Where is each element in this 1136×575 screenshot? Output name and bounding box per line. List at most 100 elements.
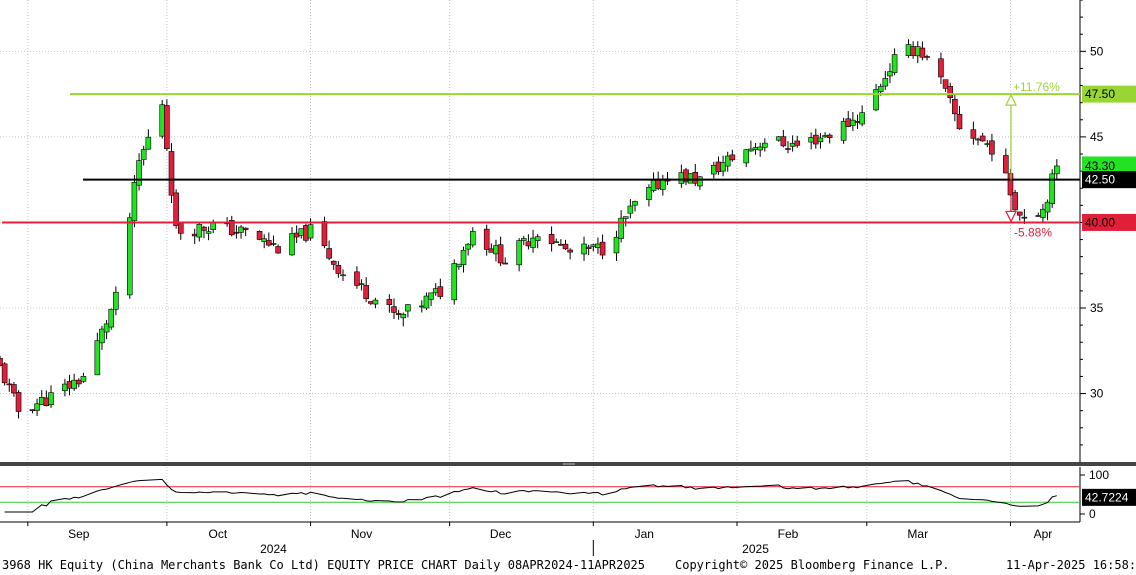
candle-body xyxy=(460,249,467,265)
candle-body xyxy=(910,46,916,56)
candle-body xyxy=(919,47,926,58)
candle-body xyxy=(1,363,8,384)
candle-body xyxy=(590,244,597,247)
candle-body xyxy=(66,381,73,389)
x-month-label: Jan xyxy=(635,527,654,541)
candle-body xyxy=(724,155,731,167)
candle-body xyxy=(75,379,82,385)
x-month-label: Dec xyxy=(490,527,511,541)
candle-body xyxy=(785,148,791,150)
candle-body xyxy=(270,243,277,245)
level-price-label: 40.00 xyxy=(1085,215,1115,229)
candle-body xyxy=(581,243,587,255)
candle-body xyxy=(11,384,17,394)
candle-body xyxy=(780,136,787,147)
candle-body xyxy=(210,222,217,230)
candle-body xyxy=(34,403,40,411)
chart-footer: 3968 HK Equity (China Merchants Bank Co … xyxy=(0,557,1136,575)
candle-body xyxy=(303,225,309,241)
candle-body xyxy=(646,186,652,201)
candle-body xyxy=(984,143,991,145)
level-price-label: 47.50 xyxy=(1085,87,1115,101)
candle-body xyxy=(826,134,833,138)
candle-body xyxy=(882,78,889,87)
candle-body xyxy=(553,241,560,244)
candle-body xyxy=(914,46,921,57)
candle-body xyxy=(432,288,439,294)
candle-body xyxy=(145,136,152,150)
candle-body xyxy=(1049,173,1055,204)
candle-body xyxy=(465,243,471,250)
candle-body xyxy=(354,271,360,286)
x-month-label: Feb xyxy=(778,527,799,541)
candle-body xyxy=(126,217,133,296)
candle-body xyxy=(326,248,332,259)
candle-body xyxy=(891,54,898,73)
candle-body xyxy=(266,240,272,246)
candle-body xyxy=(94,340,101,376)
candle-body xyxy=(307,224,314,239)
candle-body xyxy=(363,285,369,300)
candle-body xyxy=(548,234,555,245)
candle-body xyxy=(938,58,944,78)
candle-body xyxy=(627,205,634,214)
candle-body xyxy=(451,263,458,301)
candle-body xyxy=(812,134,819,145)
candle-body xyxy=(678,172,685,184)
candle-body xyxy=(1021,216,1028,219)
candle-body xyxy=(386,299,393,306)
down-arrowhead xyxy=(1005,210,1017,223)
candle-body xyxy=(952,98,958,115)
candle-body xyxy=(970,129,977,139)
candle-body xyxy=(729,154,736,161)
candle-body xyxy=(956,114,963,130)
candle-body xyxy=(99,328,105,344)
candle-body xyxy=(340,274,346,277)
candle-body xyxy=(1016,211,1023,216)
candle-body xyxy=(242,227,249,230)
candle-body xyxy=(289,233,295,256)
candle-body xyxy=(567,249,573,253)
annotation-up-pct: +11.76% xyxy=(1013,80,1060,94)
candle-body xyxy=(456,263,462,268)
candle-body xyxy=(525,241,532,247)
candle-body xyxy=(113,291,119,310)
candle-body xyxy=(483,228,490,250)
candle-body xyxy=(80,376,87,382)
candle-body xyxy=(493,245,499,255)
candle-body xyxy=(808,137,814,143)
candle-body xyxy=(840,121,847,141)
candle-body xyxy=(62,383,68,391)
candle-body xyxy=(423,295,430,309)
candle-body xyxy=(613,236,620,254)
candle-body xyxy=(516,240,522,266)
candle-body xyxy=(205,231,212,234)
candle-body xyxy=(789,143,796,147)
candle-body xyxy=(854,120,861,123)
candle-body xyxy=(748,148,754,152)
candle-body xyxy=(924,56,930,58)
candle-body xyxy=(817,137,824,143)
candle-body xyxy=(43,397,50,406)
candle-body xyxy=(520,238,527,241)
candle-body xyxy=(599,241,606,256)
candle-body xyxy=(822,135,828,138)
candle-body xyxy=(757,146,763,151)
candle-body xyxy=(845,118,852,127)
candle-body xyxy=(238,226,244,233)
up-arrowhead xyxy=(1005,93,1017,106)
chart-timestamp: 11-Apr-2025 16:58:30 xyxy=(1006,558,1136,572)
candle-body xyxy=(488,248,495,253)
candle-body xyxy=(405,304,411,312)
candle-body xyxy=(692,171,699,184)
candle-body xyxy=(752,147,759,150)
candle-body xyxy=(534,236,541,242)
candle-body xyxy=(330,260,337,265)
candle-body xyxy=(530,237,536,248)
x-month-label: Nov xyxy=(351,527,372,541)
candle-body xyxy=(743,149,750,164)
candle-body xyxy=(859,112,865,125)
candle-body xyxy=(979,135,986,142)
candle-body xyxy=(497,244,504,264)
candle-body xyxy=(395,313,402,315)
